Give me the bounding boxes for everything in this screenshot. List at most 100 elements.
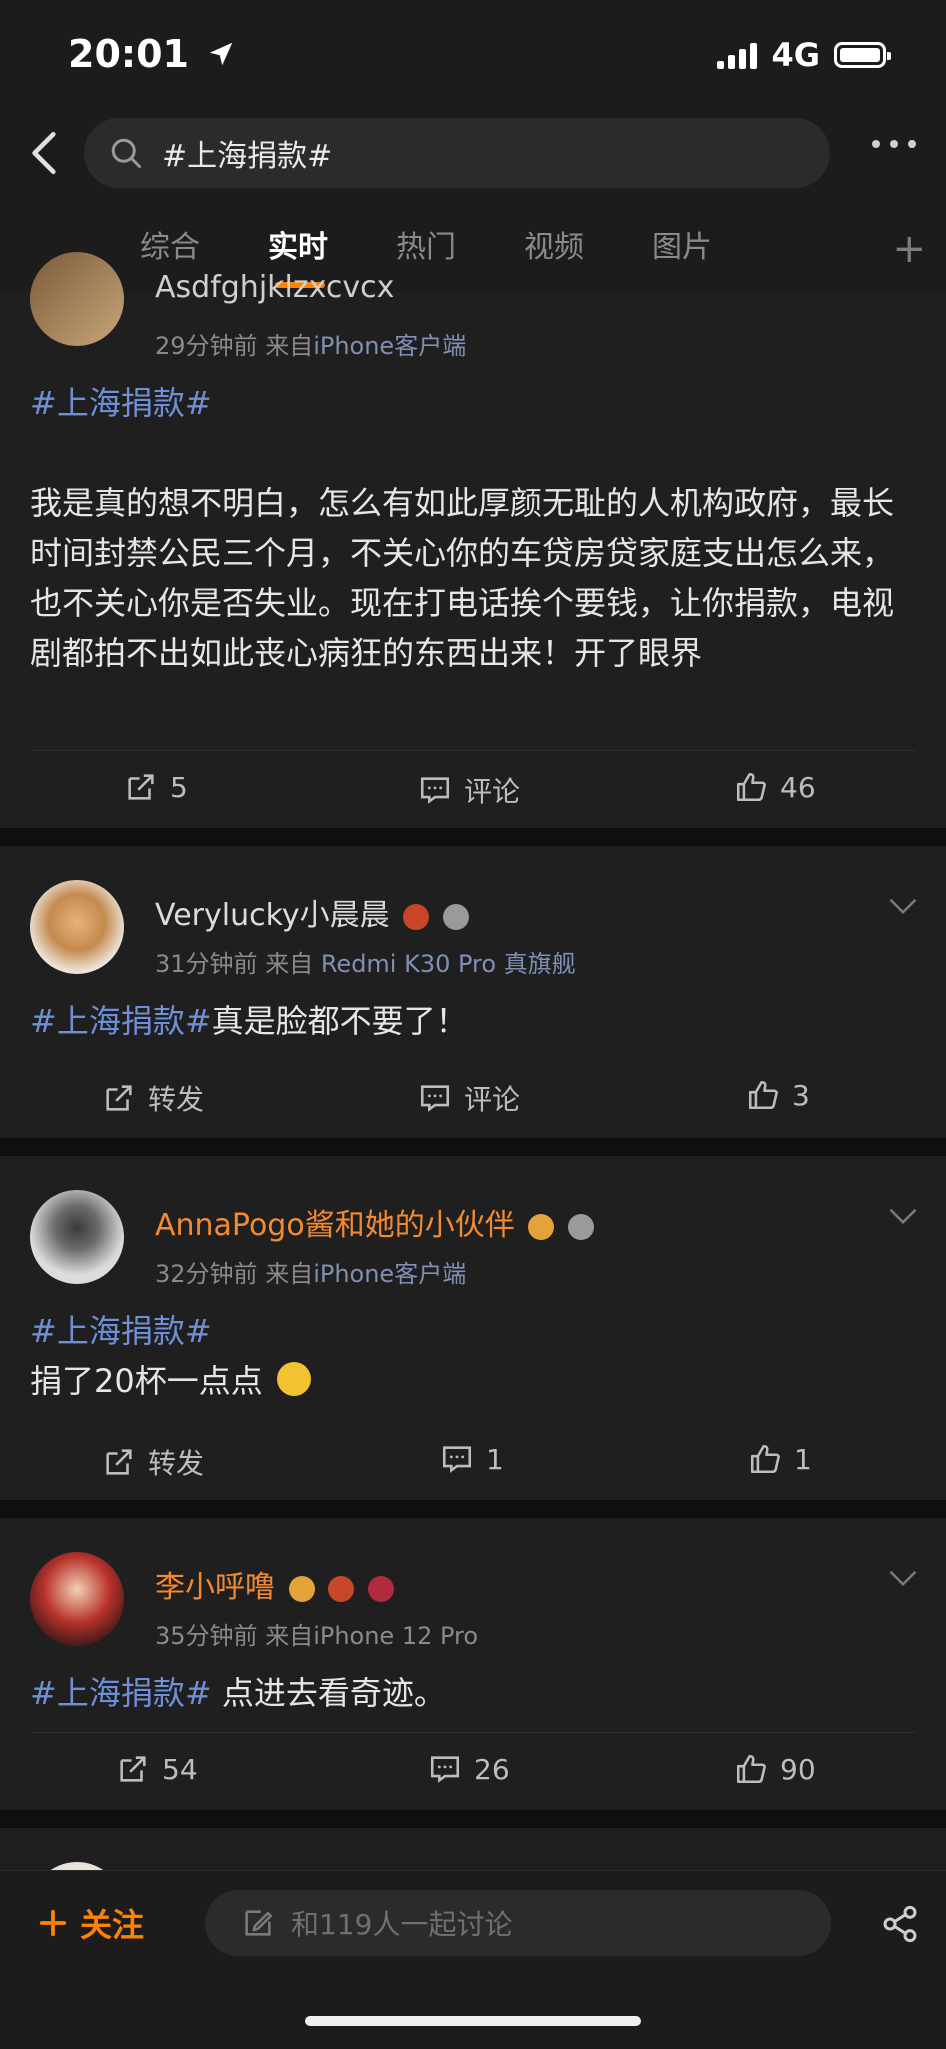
tab-hot[interactable]: 热门 [396, 222, 456, 266]
add-tab-icon[interactable]: + [892, 226, 926, 272]
like-count: 3 [792, 1078, 810, 1112]
post-content: #上海捐款# 捐了20杯一点点 [30, 1306, 916, 1406]
username[interactable]: 李小呼噜 [155, 1562, 394, 1606]
username-text: AnnaPogo酱和她的小伙伴 [155, 1208, 515, 1243]
repost-count: 5 [170, 770, 188, 804]
hashtag-link[interactable]: #上海捐款# [30, 1306, 916, 1356]
comment-count: 1 [486, 1442, 504, 1476]
post-from: 来自 [265, 1622, 314, 1650]
username-text: 李小呼噜 [155, 1570, 275, 1605]
battery-icon [834, 42, 891, 68]
divider [30, 750, 916, 751]
post-time: 35分钟前 [155, 1622, 258, 1650]
comment-button[interactable]: 26 [428, 1752, 510, 1786]
hashtag-link[interactable]: #上海捐款# [30, 1674, 212, 1712]
post-content: #上海捐款# 我是真的想不明白，怎么有如此厚颜无耻的人机构政府，最长时间封禁公民… [30, 378, 916, 678]
avatar[interactable] [30, 1190, 124, 1284]
like-count: 1 [794, 1442, 812, 1476]
search-query: #上海捐款# [162, 139, 333, 174]
post-text: 点进去看奇迹。 [211, 1674, 446, 1712]
username[interactable]: AnnaPogo酱和她的小伙伴 [155, 1200, 594, 1244]
repost-label: 转发 [148, 1083, 205, 1116]
username[interactable]: Asdfghjklzxcvcx [155, 270, 394, 305]
share-icon[interactable] [880, 1904, 920, 1944]
comment-button[interactable]: 评论 [418, 1078, 520, 1118]
repost-icon [106, 1085, 132, 1111]
post-card[interactable]: AnnaPogo酱和她的小伙伴 32分钟前 来自iPhone客户端 #上海捐款#… [0, 1156, 946, 1500]
comment-button[interactable]: 1 [440, 1442, 504, 1476]
post-card[interactable]: 李小呼噜 35分钟前 来自iPhone 12 Pro #上海捐款# 点进去看奇迹… [0, 1518, 946, 1810]
hashtag-link[interactable]: #上海捐款# [30, 378, 916, 428]
chevron-down-icon[interactable] [888, 1568, 918, 1588]
comment-icon [442, 1446, 472, 1473]
repost-button[interactable]: 54 [116, 1752, 198, 1786]
post-text: 捐了20杯一点点 [30, 1362, 263, 1400]
repost-button[interactable]: 转发 [102, 1078, 204, 1118]
username-text: Verylucky小晨晨 [155, 898, 390, 933]
level-badge-icon [403, 903, 430, 930]
post-meta: 29分钟前 来自iPhone客户端 [155, 326, 466, 361]
plus-icon [39, 1909, 67, 1937]
comment-icon [420, 1085, 450, 1112]
tab-bar: 综合 实时 热门 视频 图片 [0, 222, 946, 282]
repost-count: 54 [162, 1752, 198, 1786]
post-source[interactable]: iPhone客户端 [313, 1260, 466, 1288]
tab-video[interactable]: 视频 [524, 222, 584, 266]
follow-button[interactable]: 关注 [38, 1900, 144, 1946]
chevron-down-icon[interactable] [888, 896, 918, 916]
post-from: 来自 [265, 1260, 314, 1288]
like-button[interactable]: 3 [746, 1078, 810, 1112]
like-button[interactable]: 1 [748, 1442, 812, 1476]
post-separator [0, 1500, 946, 1518]
post-card[interactable]: Asdfghjklzxcvcx 29分钟前 来自iPhone客户端 #上海捐款#… [0, 252, 946, 828]
post-text: 我是真的想不明白，怎么有如此厚颜无耻的人机构政府，最长时间封禁公民三个月，不关心… [30, 484, 895, 672]
tab-images[interactable]: 图片 [652, 222, 712, 266]
more-options-icon[interactable] [872, 140, 916, 148]
repost-button[interactable]: 5 [124, 770, 188, 804]
post-meta: 31分钟前 来自 Redmi K30 Pro 真旗舰 [155, 944, 576, 979]
post-meta: 35分钟前 来自iPhone 12 Pro [155, 1616, 478, 1651]
avatar[interactable] [30, 880, 124, 974]
repost-icon [120, 1756, 146, 1782]
thumbs-up-icon [736, 1754, 766, 1784]
post-source[interactable]: iPhone客户端 [313, 332, 466, 360]
back-button[interactable] [20, 128, 70, 178]
tab-realtime[interactable]: 实时 [268, 222, 328, 266]
tab-comprehensive[interactable]: 综合 [140, 222, 200, 266]
search-input[interactable]: #上海捐款# [84, 118, 830, 188]
comment-count: 评论 [464, 775, 521, 808]
post-separator [0, 828, 946, 846]
post-source[interactable]: iPhone 12 Pro [313, 1622, 478, 1650]
repost-icon [106, 1449, 132, 1475]
member-badge-icon [442, 903, 469, 930]
avatar[interactable] [30, 252, 124, 346]
comment-button[interactable]: 评论 [418, 770, 520, 810]
post-text: 真是脸都不要了！ [211, 1002, 468, 1040]
post-source[interactable]: Redmi K30 Pro 真旗舰 [321, 950, 576, 978]
follow-label: 关注 [80, 1906, 145, 1944]
emoji-icon [276, 1362, 311, 1396]
post-card[interactable]: Verylucky小晨晨 31分钟前 来自 Redmi K30 Pro 真旗舰 … [0, 846, 946, 1138]
thumbs-up-icon [748, 1080, 778, 1110]
post-from: 来自 [265, 332, 314, 360]
post-separator [0, 1138, 946, 1156]
hashtag-link[interactable]: #上海捐款# [30, 1002, 212, 1040]
discussion-input[interactable]: 和119人一起讨论 [205, 1890, 831, 1956]
like-button[interactable]: 90 [734, 1752, 816, 1786]
crown-badge-icon [528, 1213, 555, 1240]
avatar[interactable] [30, 1552, 124, 1646]
signal-icon [717, 41, 758, 69]
level-badge-icon [328, 1575, 355, 1602]
network-label: 4G [771, 36, 820, 74]
post-content: #上海捐款#真是脸都不要了！ [30, 996, 916, 1046]
comment-count: 26 [474, 1752, 510, 1786]
post-meta: 32分钟前 来自iPhone客户端 [155, 1254, 466, 1289]
username[interactable]: Verylucky小晨晨 [155, 890, 469, 934]
repost-button[interactable]: 转发 [102, 1442, 204, 1482]
chevron-down-icon[interactable] [888, 1206, 918, 1226]
edit-icon [245, 1910, 273, 1936]
like-button[interactable]: 46 [734, 770, 816, 804]
home-indicator[interactable] [305, 2016, 641, 2026]
post-time: 31分钟前 [155, 950, 258, 978]
search-icon [111, 138, 141, 168]
